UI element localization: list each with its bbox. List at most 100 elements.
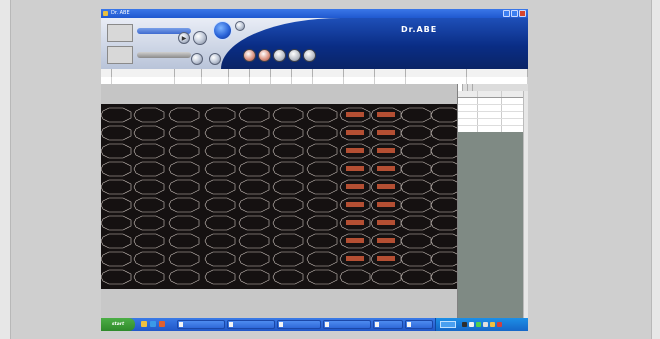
nesting-canvas[interactable]: [101, 104, 457, 289]
app-window: Dr. ABE ▶ Dr.ABE start: [101, 9, 528, 331]
taskbar-item[interactable]: [373, 320, 403, 329]
maximize-button[interactable]: [511, 10, 518, 17]
nested-part-outline: [400, 161, 432, 177]
app-icon: [103, 11, 108, 16]
machine-thumbnail-icon[interactable]: [107, 46, 133, 64]
nested-part-outline: [272, 179, 304, 195]
list-item[interactable]: [458, 105, 524, 112]
workspace-margin: [101, 84, 457, 104]
nested-part-outline: [306, 107, 338, 123]
panel-empty-area: [458, 132, 524, 318]
tool-button[interactable]: [209, 53, 221, 65]
tray-icon[interactable]: [476, 322, 481, 327]
taskbar-item[interactable]: [405, 320, 433, 329]
rotate-button[interactable]: [193, 31, 207, 45]
ime-indicator[interactable]: [440, 321, 456, 328]
help-button[interactable]: [235, 21, 245, 31]
highlighted-part: [346, 220, 364, 225]
nested-part-outline: [133, 269, 165, 285]
cell: [458, 98, 478, 104]
panel-tab[interactable]: [468, 84, 473, 91]
list-item[interactable]: [458, 119, 524, 126]
col-header: [502, 91, 524, 97]
col-header: [101, 69, 112, 77]
cell: [458, 105, 478, 111]
play-button[interactable]: ▶: [178, 32, 190, 44]
nested-part-outline: [101, 161, 132, 177]
tray-icon[interactable]: [462, 322, 467, 327]
highlighted-part: [377, 166, 395, 171]
taskbar-item[interactable]: [227, 320, 275, 329]
nested-part-outline: [168, 107, 200, 123]
taskbar-item[interactable]: [277, 320, 321, 329]
nested-part-outline: [430, 107, 457, 123]
tray-icon[interactable]: [497, 322, 502, 327]
table-cell: [229, 77, 250, 84]
nested-part-outline: [430, 251, 457, 267]
nested-part-outline: [133, 125, 165, 141]
main-orb-button[interactable]: [213, 21, 232, 40]
nested-part-outline: [306, 179, 338, 195]
col-header: [344, 69, 375, 77]
highlighted-part: [377, 202, 395, 207]
nested-part-outline: [400, 251, 432, 267]
tray-icon[interactable]: [490, 322, 495, 327]
round-button-1[interactable]: [243, 49, 256, 62]
panel-scrollbar[interactable]: [523, 91, 528, 318]
nested-part-outline: [238, 107, 270, 123]
nested-part-outline: [430, 179, 457, 195]
nested-part-outline: [168, 233, 200, 249]
tray-icon[interactable]: [469, 322, 474, 327]
taskbar: start: [101, 318, 528, 331]
zoom-slider[interactable]: [137, 52, 191, 58]
nested-part-outline: [168, 269, 200, 285]
nested-part-outline: [101, 215, 132, 231]
col-header: [375, 69, 406, 77]
nested-part-outline: [204, 143, 236, 159]
nested-part-outline: [238, 161, 270, 177]
nested-part-outline: [168, 197, 200, 213]
nested-part-outline: [168, 161, 200, 177]
start-button[interactable]: start: [101, 318, 135, 331]
nested-part-outline: [400, 197, 432, 213]
nested-part-outline: [133, 233, 165, 249]
highlighted-part: [377, 220, 395, 225]
list-item[interactable]: [458, 112, 524, 119]
highlighted-part: [377, 112, 395, 117]
window-title: Dr. ABE: [111, 10, 130, 16]
col-header: [202, 69, 229, 77]
highlighted-part: [377, 130, 395, 135]
round-button-5[interactable]: [303, 49, 316, 62]
col-header: [271, 69, 292, 77]
title-bar[interactable]: Dr. ABE: [101, 9, 528, 18]
list-item[interactable]: [458, 98, 524, 105]
nested-part-outline: [101, 179, 132, 195]
round-button-2[interactable]: [258, 49, 271, 62]
col-header: [458, 91, 478, 97]
nested-part-outline: [101, 251, 132, 267]
side-panel: [457, 84, 528, 318]
round-button-4[interactable]: [288, 49, 301, 62]
nested-part-outline: [272, 251, 304, 267]
settings-button[interactable]: [191, 53, 203, 65]
nested-part-outline: [168, 179, 200, 195]
close-button[interactable]: [519, 10, 526, 17]
folder-icon[interactable]: [141, 321, 147, 327]
table-cell: [202, 77, 229, 84]
preview-thumbnail-icon[interactable]: [107, 24, 133, 42]
minimize-button[interactable]: [503, 10, 510, 17]
media-icon[interactable]: [159, 321, 165, 327]
nested-part-outline: [272, 269, 304, 285]
table-cell: [344, 77, 375, 84]
browser-icon[interactable]: [150, 321, 156, 327]
nested-part-outline: [238, 143, 270, 159]
tray-icon[interactable]: [483, 322, 488, 327]
col-header: [313, 69, 344, 77]
taskbar-item[interactable]: [177, 320, 225, 329]
canvas-footer-area: [101, 289, 457, 318]
table-cell: [313, 77, 344, 84]
nested-part-outline: [101, 269, 132, 285]
taskbar-item[interactable]: [323, 320, 371, 329]
round-button-3[interactable]: [273, 49, 286, 62]
nested-part-outline: [204, 215, 236, 231]
